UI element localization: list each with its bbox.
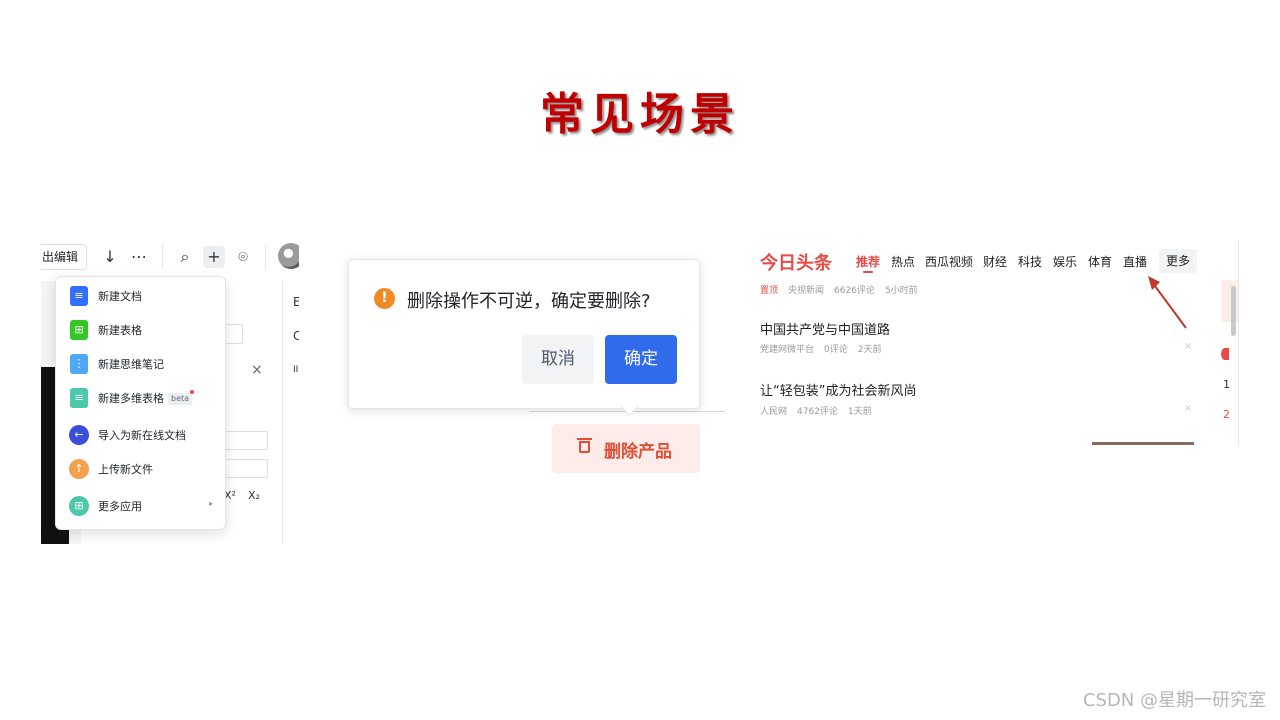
- menu-item-new-sheet[interactable]: ⊞ 新建表格: [56, 315, 225, 345]
- menu-item-label: 更多应用: [98, 500, 142, 513]
- menu-item-new-bitable[interactable]: ≡ 新建多维表格 beta: [56, 383, 225, 413]
- side-rank-number: 1: [1223, 378, 1230, 391]
- pinned-meta: 置顶 央视新闻 6626评论 5小时前: [760, 283, 928, 296]
- toutiao-logo[interactable]: 今日头条: [760, 249, 832, 275]
- cancel-button[interactable]: 取消: [522, 335, 594, 384]
- tab-xigua-video[interactable]: 西瓜视频: [925, 253, 973, 270]
- subscript-button[interactable]: X₂: [248, 489, 260, 502]
- delete-product-button[interactable]: 删除产品: [552, 424, 700, 473]
- new-dot: [190, 390, 194, 394]
- article-time: 1天前: [847, 407, 872, 417]
- exit-edit-button[interactable]: 出编辑: [41, 244, 87, 270]
- mindnote-icon: ⋮: [70, 354, 88, 374]
- slide-title: 常见场景: [540, 89, 740, 140]
- article-source[interactable]: 党建网微平台: [760, 345, 814, 355]
- panel-close-icon[interactable]: ×: [251, 362, 263, 378]
- apps-icon: ⊞: [69, 496, 89, 516]
- dislike-close-icon[interactable]: ×: [1184, 341, 1192, 352]
- article-title[interactable]: 中国共产党与中国道路: [760, 319, 890, 338]
- delete-product-label: 删除产品: [604, 442, 672, 462]
- article-meta: 人民网 4762评论 1天前: [760, 404, 882, 417]
- editor-side-panel: E C II: [282, 281, 299, 544]
- tab-live[interactable]: 直播: [1123, 253, 1147, 270]
- doc-editor-screenshot: E C II × X² X₂ 出编辑 ↓ ⋯ ⌕ + ⌾ ≡ 新建文档 ⊞ 新建…: [41, 239, 299, 544]
- side-letter: II: [293, 365, 299, 375]
- side-letter: C: [293, 329, 299, 343]
- lightbulb-icon[interactable]: ⌾: [232, 246, 254, 268]
- article-source[interactable]: 央视新闻: [788, 286, 824, 296]
- menu-item-label: 新建思维笔记: [98, 358, 164, 371]
- menu-item-upload[interactable]: ↑ 上传新文件: [56, 454, 225, 484]
- add-icon[interactable]: +: [203, 246, 225, 268]
- popconfirm-message: 删除操作不可逆，确定要删除?: [407, 291, 651, 312]
- upload-icon: ↑: [69, 459, 89, 479]
- avatar[interactable]: [278, 243, 299, 269]
- tab-sports[interactable]: 体育: [1088, 253, 1112, 270]
- menu-item-label: 新建文档: [98, 290, 142, 303]
- toolbar-divider: [162, 245, 163, 269]
- tab-tech[interactable]: 科技: [1018, 253, 1042, 270]
- side-red-marker: [1221, 348, 1229, 360]
- dislike-close-icon[interactable]: ×: [1184, 403, 1192, 414]
- menu-item-label: 上传新文件: [98, 463, 153, 476]
- active-tab-underline: [863, 271, 873, 273]
- search-icon[interactable]: ⌕: [174, 246, 196, 268]
- import-icon: ←: [69, 425, 89, 445]
- beta-badge: beta: [168, 393, 193, 405]
- article-title[interactable]: 让“轻包装”成为社会新风尚: [760, 380, 916, 399]
- menu-item-label: 导入为新在线文档: [98, 429, 186, 442]
- tab-hot[interactable]: 热点: [891, 253, 915, 270]
- article-time: 2天前: [857, 345, 882, 355]
- menu-item-label: 新建多维表格 beta: [98, 390, 193, 406]
- article-source[interactable]: 人民网: [760, 407, 787, 417]
- more-icon[interactable]: ⋯: [128, 246, 150, 268]
- popconfirm: ! 删除操作不可逆，确定要删除? 取消 确定: [348, 259, 700, 409]
- article-comments[interactable]: 6626评论: [834, 286, 875, 296]
- article-meta: 党建网微平台 0评论 2天前: [760, 342, 891, 355]
- menu-item-new-doc[interactable]: ≡ 新建文档: [56, 281, 225, 311]
- article-comments[interactable]: 4762评论: [797, 407, 838, 417]
- tab-entertainment[interactable]: 娱乐: [1053, 253, 1077, 270]
- menu-item-label: 新建表格: [98, 324, 142, 337]
- csdn-watermark: CSDN @星期一研究室: [1082, 690, 1266, 711]
- format-input[interactable]: [224, 324, 243, 344]
- menu-item-more-apps[interactable]: ⊞ 更多应用 ▸: [56, 491, 225, 521]
- format-select[interactable]: [224, 431, 268, 450]
- side-rank-number: 2: [1223, 408, 1230, 421]
- trash-icon: [577, 438, 592, 453]
- doc-icon: ≡: [70, 286, 88, 306]
- pinned-tag: 置顶: [760, 286, 779, 296]
- sheet-icon: ⊞: [70, 320, 88, 340]
- article-comments[interactable]: 0评论: [824, 345, 848, 355]
- format-select[interactable]: [224, 459, 268, 478]
- side-letter: E: [293, 295, 299, 309]
- warning-icon: !: [374, 288, 395, 309]
- menu-item-new-mindnote[interactable]: ⋮ 新建思维笔记: [56, 349, 225, 379]
- article-thumbnail[interactable]: [1092, 442, 1194, 445]
- toolbar-divider: [265, 245, 266, 269]
- article-time: 5小时前: [884, 286, 918, 296]
- chevron-right-icon: ▸: [208, 499, 213, 508]
- create-menu: ≡ 新建文档 ⊞ 新建表格 ⋮ 新建思维笔记 ≡ 新建多维表格 beta ← 导入…: [55, 276, 226, 530]
- confirm-button[interactable]: 确定: [605, 335, 677, 384]
- scrollbar[interactable]: [1231, 286, 1236, 336]
- bitable-icon: ≡: [70, 388, 88, 408]
- annotation-arrow: [1148, 276, 1187, 329]
- tab-recommend[interactable]: 推荐: [856, 253, 880, 270]
- editor-toolbar: 出编辑 ↓ ⋯ ⌕ + ⌾: [41, 239, 299, 275]
- tab-finance[interactable]: 财经: [983, 253, 1007, 270]
- download-icon[interactable]: ↓: [99, 246, 121, 268]
- menu-item-import[interactable]: ← 导入为新在线文档: [56, 420, 225, 450]
